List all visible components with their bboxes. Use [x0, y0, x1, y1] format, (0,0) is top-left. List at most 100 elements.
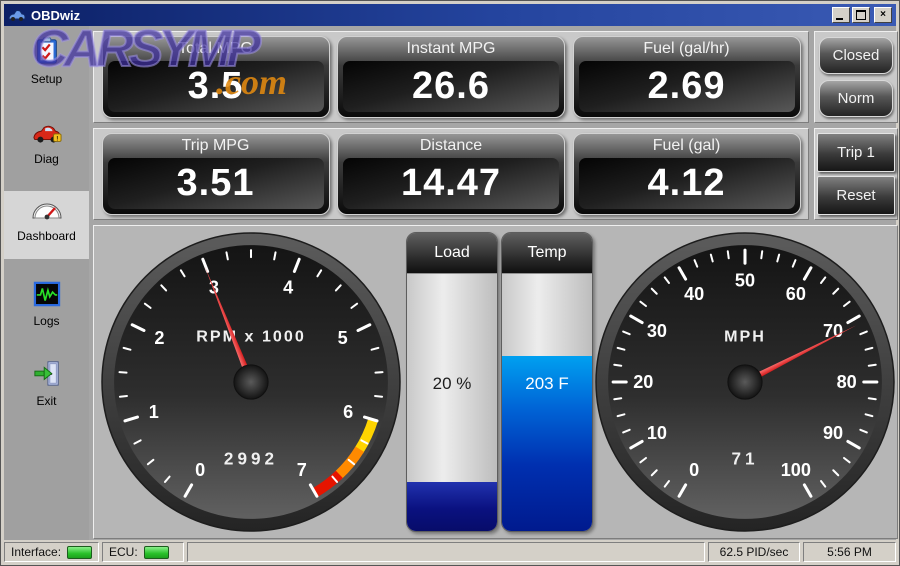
- maximize-button[interactable]: [852, 7, 870, 23]
- gauge-unit-label: MPH: [724, 328, 766, 346]
- bar-label: Load: [407, 233, 497, 274]
- svg-text:0: 0: [689, 460, 699, 480]
- svg-text:!: !: [56, 136, 58, 143]
- svg-text:2: 2: [154, 328, 164, 348]
- trip-mpg-display: Trip MPG 3.51: [102, 133, 330, 215]
- bar-value: 20 %: [407, 374, 497, 394]
- norm-button[interactable]: Norm: [819, 80, 893, 117]
- title-bar: OBDwiz ×: [4, 4, 896, 26]
- display-value: 14.47: [401, 162, 501, 205]
- close-icon: ×: [880, 10, 886, 20]
- maximize-icon: [856, 10, 866, 20]
- svg-text:100: 100: [781, 460, 811, 480]
- svg-text:5: 5: [338, 328, 348, 348]
- svg-text:6: 6: [343, 402, 353, 422]
- closed-loop-button[interactable]: Closed: [819, 37, 893, 74]
- gauge-hub: [234, 365, 268, 399]
- minimize-button[interactable]: [832, 7, 850, 23]
- display-value: 2.69: [648, 65, 726, 108]
- close-button[interactable]: ×: [874, 7, 892, 23]
- display-screen: 4.12: [579, 158, 795, 209]
- display-value: 4.12: [648, 162, 726, 205]
- trip-reset-button[interactable]: Reset: [817, 176, 895, 215]
- display-label: Instant MPG: [338, 40, 564, 58]
- display-row-1: Total MPG 3.5 Instant MPG 26.6 Fuel (gal…: [93, 31, 809, 123]
- sidebar-item-setup[interactable]: Setup: [4, 32, 89, 86]
- load-bar-gauge: Load 20 %: [406, 232, 498, 532]
- svg-text:1: 1: [149, 402, 159, 422]
- display-screen: 3.51: [108, 158, 324, 209]
- sidebar-item-label: Logs: [4, 314, 89, 328]
- sidebar-item-label: Diag: [4, 152, 89, 166]
- gauge-readout: 2992: [224, 450, 278, 469]
- bar-value: 203 F: [502, 374, 592, 394]
- bar-body: 20 %: [407, 274, 497, 531]
- ecu-status: ECU:: [102, 542, 184, 562]
- svg-text:20: 20: [633, 372, 653, 392]
- obdwiz-window: OBDwiz × Setup !: [0, 0, 900, 566]
- display-screen: 26.6: [343, 61, 559, 112]
- fuel-rate-display: Fuel (gal/hr) 2.69: [573, 36, 801, 118]
- display-label: Fuel (gal): [574, 137, 800, 155]
- minimize-icon: [836, 18, 843, 20]
- dashboard-main: Total MPG 3.5 Instant MPG 26.6 Fuel (gal…: [89, 26, 896, 540]
- setup-icon: [33, 37, 61, 65]
- bar-fill: [407, 482, 497, 531]
- sidebar: Setup ! Diag Dashboard: [4, 26, 90, 540]
- sidebar-item-exit[interactable]: Exit: [4, 354, 89, 408]
- interface-label: Interface:: [11, 545, 61, 559]
- display-label: Trip MPG: [103, 137, 329, 155]
- svg-text:80: 80: [837, 372, 857, 392]
- interface-status: Interface:: [4, 542, 99, 562]
- gauge-panel: 01234567RPM x 10002992 Load 20 % Temp 20…: [93, 225, 898, 539]
- car-icon: !: [32, 121, 62, 145]
- svg-text:90: 90: [823, 423, 843, 443]
- ecu-led-icon: [144, 546, 169, 559]
- sidebar-item-dashboard[interactable]: Dashboard: [4, 191, 89, 259]
- display-label: Fuel (gal/hr): [574, 40, 800, 58]
- pid-rate: 62.5 PID/sec: [708, 542, 800, 562]
- sidebar-item-label: Exit: [4, 394, 89, 408]
- interface-led-icon: [67, 546, 92, 559]
- app-car-icon: [8, 9, 26, 22]
- status-bar: Interface: ECU: 62.5 PID/sec 5:56 PM: [4, 540, 896, 562]
- svg-text:40: 40: [684, 284, 704, 304]
- svg-text:50: 50: [735, 270, 755, 290]
- fuel-used-display: Fuel (gal) 4.12: [573, 133, 801, 215]
- trip-buttons: Trip 1 Reset: [814, 128, 898, 220]
- display-row-2: Trip MPG 3.51 Distance 14.47 Fuel (gal) …: [93, 128, 809, 220]
- waveform-icon: [33, 281, 61, 307]
- display-screen: 2.69: [579, 61, 795, 112]
- sidebar-item-label: Setup: [4, 72, 89, 86]
- display-value: 26.6: [412, 65, 490, 108]
- sidebar-item-logs[interactable]: Logs: [4, 276, 89, 328]
- svg-text:10: 10: [647, 423, 667, 443]
- status-spacer: [187, 542, 705, 562]
- distance-display: Distance 14.47: [337, 133, 565, 215]
- display-label: Distance: [338, 137, 564, 155]
- gauge-icon: [30, 196, 64, 222]
- ecu-label: ECU:: [109, 545, 138, 559]
- exit-door-icon: [33, 359, 61, 387]
- trip-select-button[interactable]: Trip 1: [817, 133, 895, 172]
- gauge-hub: [728, 365, 762, 399]
- bar-label: Temp: [502, 233, 592, 274]
- svg-text:60: 60: [786, 284, 806, 304]
- sidebar-item-diag[interactable]: ! Diag: [4, 116, 89, 166]
- bar-body: 203 F: [502, 274, 592, 531]
- svg-text:4: 4: [283, 277, 293, 297]
- display-screen: 14.47: [343, 158, 559, 209]
- clock: 5:56 PM: [803, 542, 896, 562]
- gauge-readout: 71: [731, 450, 758, 469]
- window-title: OBDwiz: [31, 8, 80, 23]
- instant-mpg-display: Instant MPG 26.6: [337, 36, 565, 118]
- temp-bar-gauge: Temp 203 F: [501, 232, 593, 532]
- total-mpg-display: Total MPG 3.5: [102, 36, 330, 118]
- display-label: Total MPG: [103, 40, 329, 58]
- gauge-unit-label: RPM x 1000: [196, 328, 306, 346]
- display-value: 3.51: [177, 162, 255, 205]
- rpm-gauge: 01234567RPM x 10002992: [100, 231, 402, 533]
- svg-text:7: 7: [297, 460, 307, 480]
- display-value: 3.5: [188, 65, 244, 108]
- sidebar-item-label: Dashboard: [4, 229, 89, 243]
